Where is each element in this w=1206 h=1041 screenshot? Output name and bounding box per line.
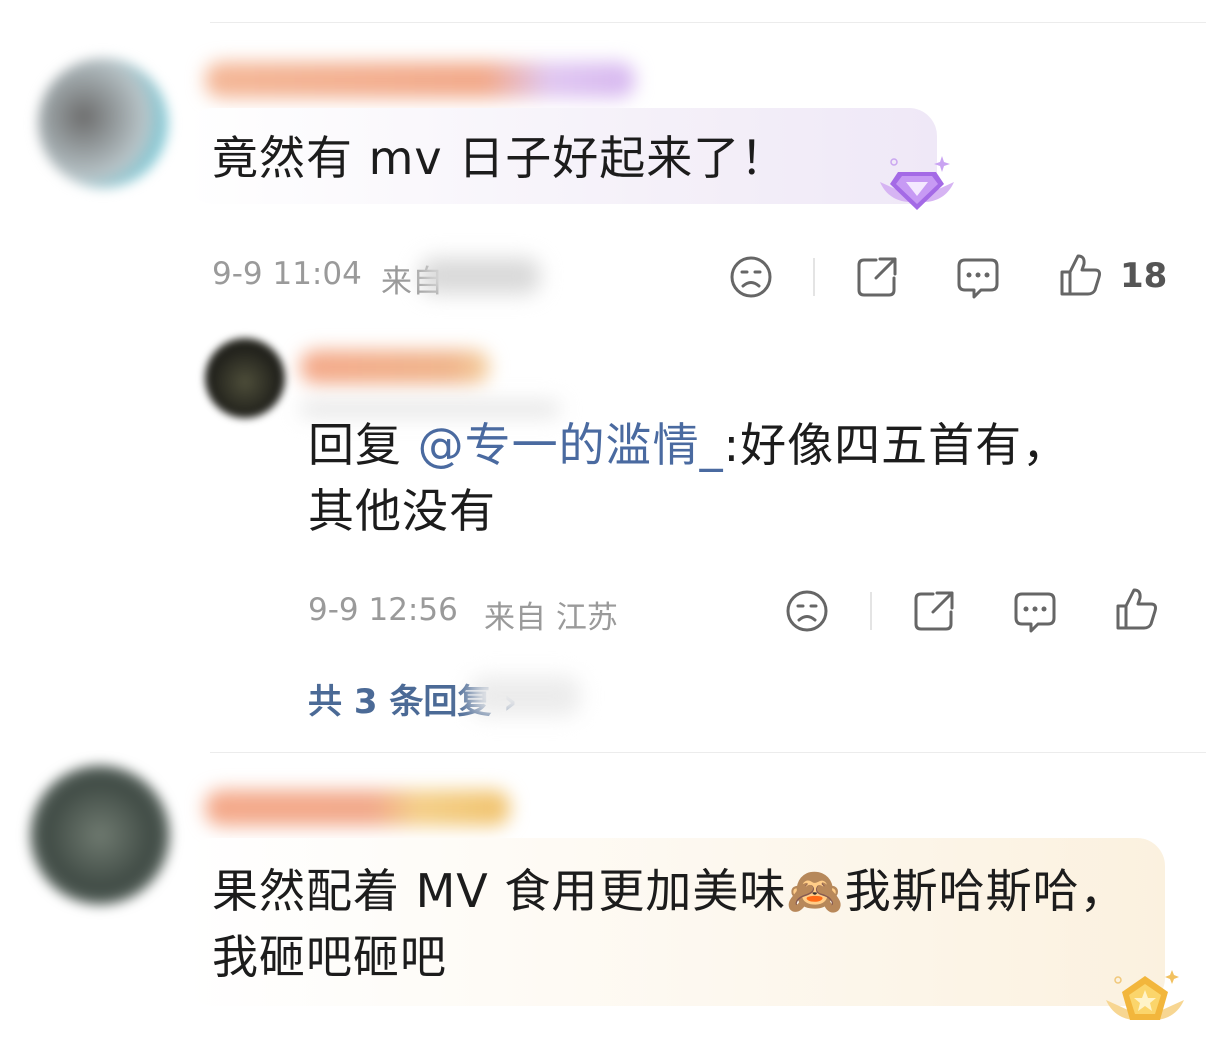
reply-username-blurred[interactable] [300,350,490,384]
thumbs-up-icon [1060,254,1101,296]
sad-face-icon [730,256,772,298]
comment-icon [957,258,999,299]
comment-time: 9-9 11:04 [212,256,362,292]
share-icon [857,257,897,297]
comment-divider [210,752,1206,753]
comment-text: 果然配着 MV 食用更加美味🙈我斯哈斯哈，我砸吧砸吧 [212,864,1127,984]
comment-text: 竟然有 mv 日子好起来了！ [212,131,788,185]
comment-icon [1014,592,1056,633]
reply-mention[interactable]: @专一的滥情_ [418,418,724,472]
share-button[interactable] [854,254,900,300]
reply-text: 回复 @专一的滥情_:好像四五首有，其他没有 [308,412,1108,544]
avatar[interactable] [38,58,168,188]
like-count: 18 [1120,256,1168,296]
location-blurred [420,258,540,294]
more-replies-blur [470,676,580,716]
top-divider [210,22,1206,23]
reply-prefix: 回复 [308,418,418,472]
thumbs-up-icon [1116,588,1157,630]
username-blurred[interactable] [205,62,635,98]
gold-star-badge [1100,966,1190,1036]
like-button[interactable] [1058,252,1104,298]
sad-face-icon [786,590,828,632]
avatar[interactable] [30,765,170,905]
reply-share-button[interactable] [911,588,957,634]
dislike-button[interactable] [728,254,774,300]
comment-button[interactable] [955,254,1001,300]
reply-dislike-button[interactable] [784,588,830,634]
reply-avatar[interactable] [205,338,285,418]
purple-gem-badge [872,152,962,222]
reply-time: 9-9 12:56 [308,592,458,628]
action-separator [870,592,872,630]
action-separator [813,258,815,296]
reply-location: 来自 江苏 [484,600,618,636]
share-icon [914,591,954,631]
reply-comment-button[interactable] [1012,588,1058,634]
username-blurred[interactable] [205,790,510,826]
reply-like-button[interactable] [1114,586,1160,632]
